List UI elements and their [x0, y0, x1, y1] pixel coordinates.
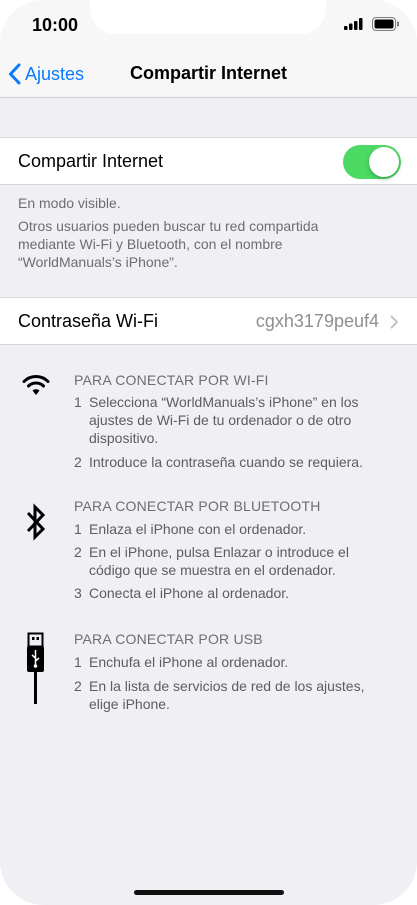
wifi-step-2: 2 Introduce la contraseña cuando se requ…	[74, 453, 394, 471]
chevron-right-icon	[390, 315, 398, 329]
step-number: 1	[74, 654, 82, 670]
bluetooth-step-3: 3 Conecta el iPhone al ordenador.	[74, 584, 394, 602]
status-time: 10:00	[32, 15, 79, 35]
page-title: Compartir Internet	[129, 63, 288, 83]
status-bar: 10:00	[0, 0, 417, 50]
home-indicator[interactable]	[134, 890, 284, 895]
step-line: Enlaza el iPhone con el ordenador.	[89, 521, 307, 537]
cellular-signal-icon	[344, 18, 363, 30]
hotspot-toggle[interactable]	[343, 145, 401, 179]
bluetooth-section-title: PARA CONECTAR POR BLUETOOTH	[74, 498, 321, 514]
step-number: 2	[74, 678, 82, 694]
bluetooth-icon	[26, 503, 46, 541]
step-line: Conecta el iPhone al ordenador.	[89, 585, 290, 601]
step-line: Selecciona “WorldManuals’s iPhone” en lo…	[89, 394, 359, 410]
bluetooth-step-1: 1 Enlaza el iPhone con el ordenador.	[74, 520, 394, 538]
step-line: Introduce la contraseña cuando se requie…	[89, 454, 363, 470]
step-number: 2	[74, 544, 82, 560]
step-line: ajustes de Wi-Fi de tu ordenador o de ot…	[89, 412, 352, 428]
visibility-description-line: “WorldManuals’s iPhone”.	[18, 254, 178, 270]
usb-cable-icon	[27, 632, 44, 704]
step-number: 2	[74, 454, 82, 470]
usb-step-1: 1 Enchufa el iPhone al ordenador.	[74, 653, 394, 671]
step-line: Enchufa el iPhone al ordenador.	[89, 654, 289, 670]
step-line: En el iPhone, pulsa Enlazar o introduce …	[89, 544, 349, 560]
step-number: 3	[74, 585, 82, 601]
wifi-password-cell[interactable]: Contraseña Wi-Fi cgxh3179peuf4	[0, 297, 417, 345]
visibility-description: Otros usuarios pueden buscar tu red comp…	[18, 217, 398, 271]
usb-step-2: 2 En la lista de servicios de red de los…	[74, 677, 394, 713]
hotspot-toggle-cell: Compartir Internet	[0, 137, 417, 185]
step-text: Selecciona “WorldManuals’s iPhone” en lo…	[85, 393, 359, 447]
hotspot-label: Compartir Internet	[18, 151, 164, 171]
wifi-password-value: cgxh3179peuf4	[255, 311, 379, 331]
step-text: En el iPhone, pulsa Enlazar o introduce …	[85, 543, 349, 579]
wifi-password-label: Contraseña Wi-Fi	[18, 311, 159, 331]
battery-icon	[372, 17, 399, 31]
navigation-bar: Ajustes Compartir Internet	[0, 50, 417, 98]
usb-section-title: PARA CONECTAR POR USB	[74, 631, 263, 647]
step-number: 1	[74, 521, 82, 537]
wifi-step-1: 1 Selecciona “WorldManuals’s iPhone” en …	[74, 393, 394, 447]
wifi-section-title: PARA CONECTAR POR WI-FI	[74, 372, 269, 388]
step-line: elige iPhone.	[89, 696, 170, 712]
phone-screen: 10:00 Ajustes Compartir Internet Compart…	[0, 0, 417, 905]
step-line: dispositivo.	[89, 430, 159, 446]
bluetooth-step-2: 2 En el iPhone, pulsa Enlazar o introduc…	[74, 543, 394, 579]
visibility-description-line: mediante Wi-Fi y Bluetooth, con el nombr…	[18, 236, 283, 252]
visibility-status: En modo visible.	[18, 195, 121, 211]
step-text: En la lista de servicios de red de los a…	[85, 677, 364, 713]
notch	[90, 0, 326, 34]
wifi-icon	[22, 375, 50, 395]
visibility-description-line: Otros usuarios pueden buscar tu red comp…	[18, 218, 319, 234]
toggle-knob	[369, 147, 399, 177]
step-line: código que se muestra en el ordenador.	[89, 562, 336, 578]
step-number: 1	[74, 394, 82, 410]
step-line: En la lista de servicios de red de los a…	[89, 678, 365, 694]
